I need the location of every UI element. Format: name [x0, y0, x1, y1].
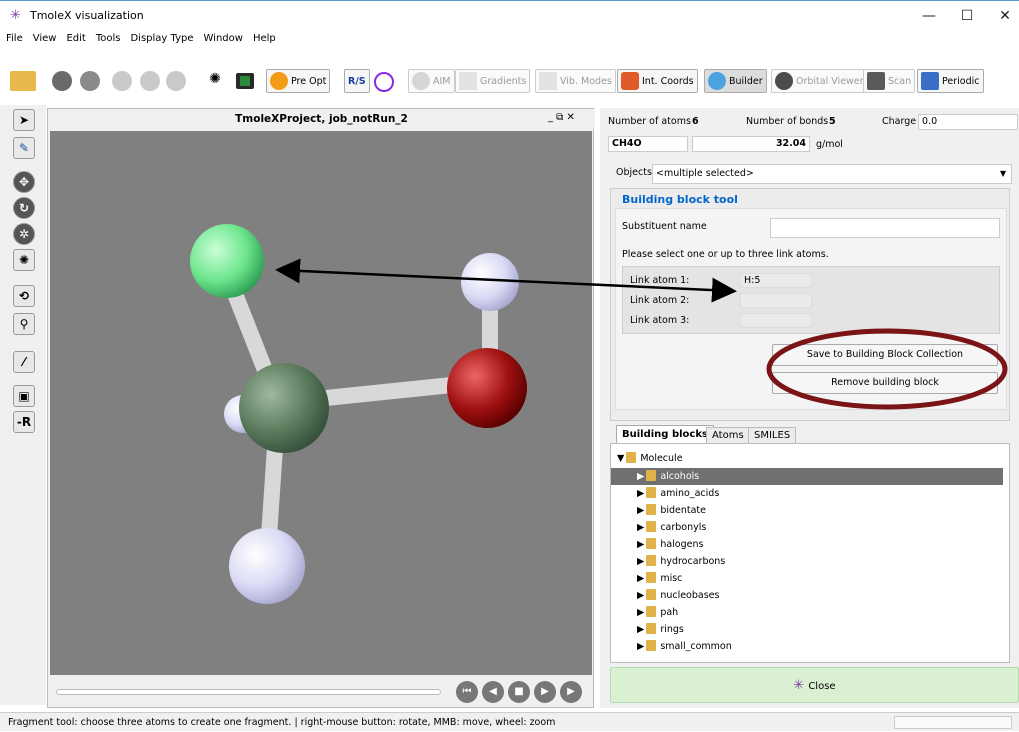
annotation-overlay [275, 258, 1008, 410]
status-progress [894, 716, 1012, 729]
annotation-arrow [275, 258, 737, 303]
annotation-ellipse [766, 328, 1008, 410]
status-text: Fragment tool: choose three atoms to cre… [8, 717, 556, 728]
status-bar: Fragment tool: choose three atoms to cre… [0, 712, 1019, 731]
